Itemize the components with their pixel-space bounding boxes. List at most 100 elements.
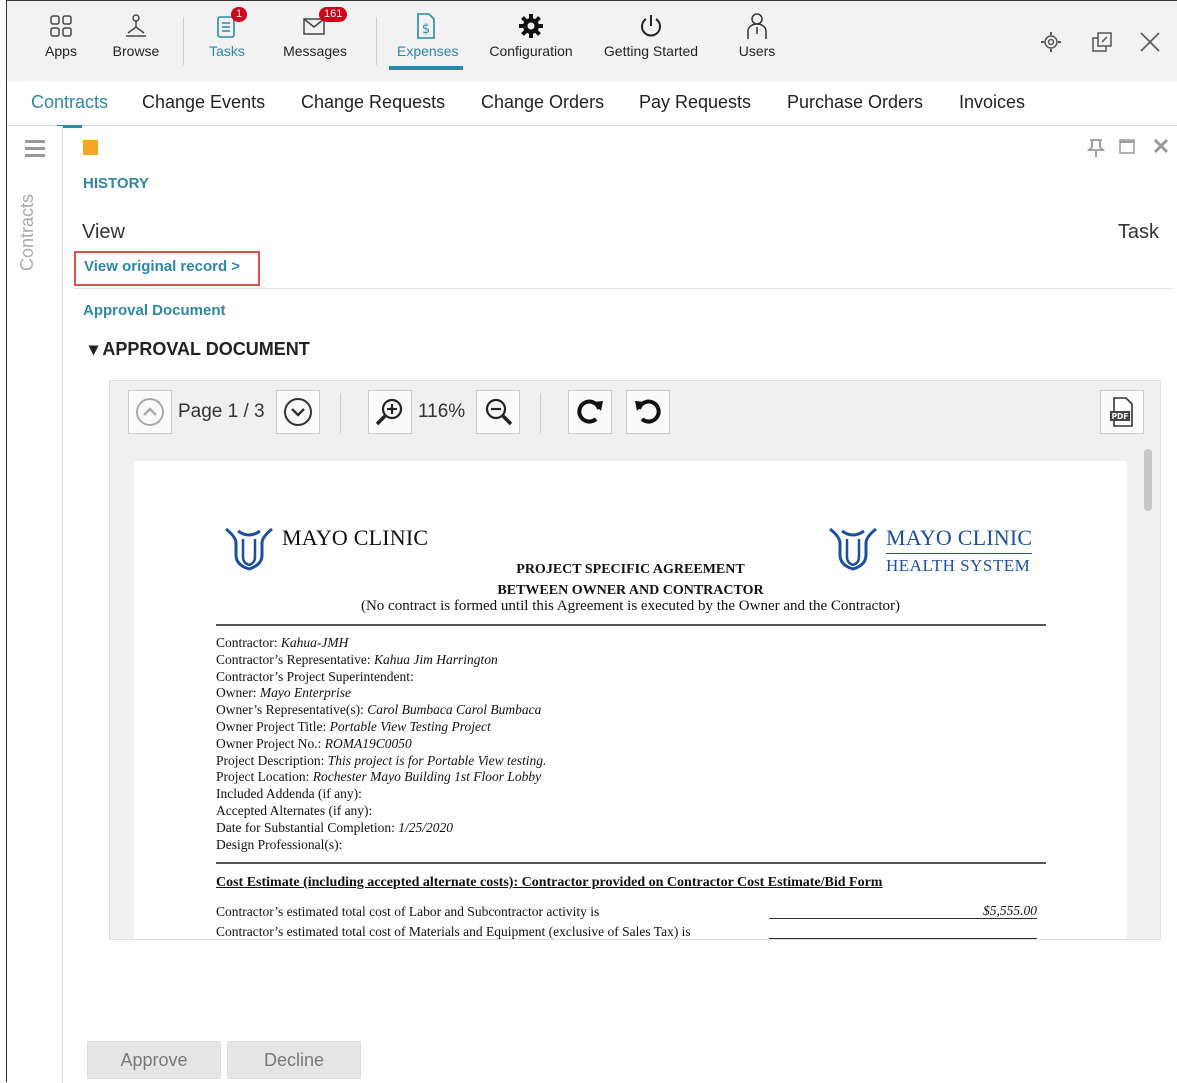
toolbar-getting-started[interactable]: Getting Started	[601, 9, 701, 59]
document-page: MAYO CLINIC MAYO CLINIC HEALTH SYSTEM PR…	[134, 461, 1127, 939]
rotate-counterclockwise-button[interactable]	[626, 390, 670, 434]
maximize-icon[interactable]	[1119, 138, 1135, 159]
tasks-badge: 1	[231, 7, 248, 22]
view-original-record-link[interactable]: View original record >	[84, 258, 240, 275]
messages-envelope-icon: 161	[281, 7, 349, 43]
toolbar-label: Getting Started	[603, 43, 699, 59]
zoom-level: 116%	[418, 401, 466, 422]
field-row: Design Professional(s):	[216, 836, 343, 852]
cost-row-labor: Contractor’s estimated total cost of Lab…	[216, 904, 600, 919]
left-rail: Contracts	[7, 126, 63, 1083]
cost-row-materials: Contractor’s estimated total cost of Mat…	[216, 924, 691, 939]
pin-icon[interactable]	[1086, 138, 1106, 163]
document-viewer: Page 1 / 3 116% PDF MAYO CLINIC MAYO CLI…	[109, 380, 1161, 940]
popout-icon[interactable]	[1091, 31, 1113, 59]
toolbar-label: Expenses	[397, 43, 459, 59]
document-rule	[216, 862, 1046, 864]
field-row: Accepted Alternates (if any):	[216, 802, 373, 818]
field-row: Owner: Mayo Enterprise	[216, 685, 351, 701]
field-row: Contractor: Kahua-JMH	[216, 635, 349, 650]
rail-label[interactable]: Contracts	[17, 151, 38, 271]
toolbar-apps[interactable]: Apps	[39, 9, 83, 59]
app-window: Apps Browse 1 Tasks 161 Messages $ Expen…	[6, 0, 1177, 1083]
logo-text: MAYO CLINIC	[886, 525, 1033, 550]
field-row: Contractor’s Representative: Kahua Jim H…	[216, 651, 498, 667]
toolbar-divider	[376, 17, 377, 65]
settings-icon[interactable]	[1040, 31, 1062, 59]
close-icon[interactable]	[1139, 31, 1161, 59]
zoom-in-button[interactable]	[368, 390, 412, 434]
toolbar-tasks[interactable]: 1 Tasks	[205, 7, 249, 59]
zoom-out-icon	[485, 398, 513, 426]
toolbar-configuration[interactable]: Configuration	[487, 9, 575, 59]
field-row: Contractor’s Project Superintendent:	[216, 668, 414, 684]
toolbar-label: Apps	[45, 43, 77, 59]
cost-estimate-heading: Cost Estimate (including accepted altern…	[216, 875, 883, 890]
toolbar-messages[interactable]: 161 Messages	[281, 7, 349, 59]
toolbar-users[interactable]: Users	[735, 9, 779, 59]
approval-document-section-toggle[interactable]: ▾ APPROVAL DOCUMENT	[89, 339, 310, 360]
module-tabs: Contracts Change Events Change Requests …	[7, 81, 1177, 128]
tab-contracts[interactable]: Contracts	[31, 92, 108, 128]
next-page-button[interactable]	[276, 390, 320, 434]
cost-line	[769, 918, 1037, 919]
viewer-divider	[540, 393, 541, 433]
task-label: Task	[1117, 221, 1159, 243]
section-divider	[74, 288, 1173, 289]
cost-line	[769, 938, 1037, 939]
agreement-title: PROJECT SPECIFIC AGREEMENT	[516, 562, 745, 577]
viewer-divider	[340, 393, 341, 433]
document-rule	[216, 624, 1046, 626]
toolbar-label: Tasks	[209, 43, 245, 59]
agreement-title-line-2: BETWEEN OWNER AND CONTRACTOR	[497, 583, 764, 598]
field-row: Project Description: This project is for…	[216, 752, 547, 768]
toolbar-divider	[183, 17, 184, 65]
tab-purchase-orders[interactable]: Purchase Orders	[787, 92, 923, 113]
tasks-clipboard-icon: 1	[205, 7, 249, 43]
toolbar-label: Browse	[112, 43, 160, 59]
previous-page-button[interactable]	[128, 390, 172, 434]
record-color-indicator	[83, 140, 98, 155]
rotate-clockwise-icon	[577, 399, 603, 424]
approve-button[interactable]: Approve	[87, 1041, 221, 1079]
tab-invoices[interactable]: Invoices	[959, 92, 1025, 113]
tab-pay-requests[interactable]: Pay Requests	[639, 92, 751, 113]
agreement-fields: Contractor: Kahua-JMH Contractor’s Repre…	[216, 635, 546, 853]
tab-change-orders[interactable]: Change Orders	[481, 92, 604, 113]
zoom-in-icon	[375, 398, 403, 426]
field-row: Owner’s Representative(s): Carol Bumbaca…	[216, 702, 542, 718]
cost-value-labor: $5,555.00	[983, 903, 1037, 918]
field-row: Included Addenda (if any):	[216, 786, 362, 802]
pdf-icon: PDF	[1110, 397, 1133, 427]
decline-button[interactable]: Decline	[227, 1041, 361, 1079]
toolbar-expenses[interactable]: $ Expenses	[389, 9, 463, 70]
users-icon	[735, 9, 779, 43]
expenses-dollar-icon: $	[397, 9, 455, 43]
toolbar-browse[interactable]: Browse	[109, 9, 163, 59]
chevron-up-circle-icon	[136, 398, 164, 426]
configuration-gear-icon	[487, 9, 575, 43]
page-indicator: Page 1 / 3	[178, 401, 265, 422]
chevron-down-circle-icon	[284, 398, 312, 426]
logo-text: MAYO CLINIC	[282, 525, 429, 550]
tab-change-events[interactable]: Change Events	[142, 92, 265, 113]
rotate-clockwise-button[interactable]	[568, 390, 612, 434]
top-toolbar: Apps Browse 1 Tasks 161 Messages $ Expen…	[7, 1, 1177, 82]
viewer-scrollbar[interactable]	[1144, 449, 1152, 511]
field-row: Project Location: Rochester Mayo Buildin…	[216, 769, 542, 785]
field-row: Date for Substantial Completion: 1/25/20…	[216, 819, 453, 835]
pdf-label: PDF	[1112, 412, 1129, 421]
power-icon	[601, 9, 701, 43]
field-row: Owner Project No.: ROMA19C0050	[216, 735, 412, 751]
close-panel-icon[interactable]	[1153, 138, 1169, 159]
approval-document-link[interactable]: Approval Document	[83, 302, 226, 319]
messages-badge: 161	[319, 7, 348, 22]
toolbar-label: Messages	[283, 43, 347, 59]
toolbar-label: Users	[738, 43, 776, 59]
zoom-out-button[interactable]	[476, 390, 520, 434]
download-pdf-button[interactable]: PDF	[1100, 390, 1144, 434]
toolbar-label: Configuration	[489, 43, 573, 59]
browse-network-icon	[109, 9, 163, 43]
tab-change-requests[interactable]: Change Requests	[301, 92, 445, 113]
apps-grid-icon	[39, 9, 83, 43]
